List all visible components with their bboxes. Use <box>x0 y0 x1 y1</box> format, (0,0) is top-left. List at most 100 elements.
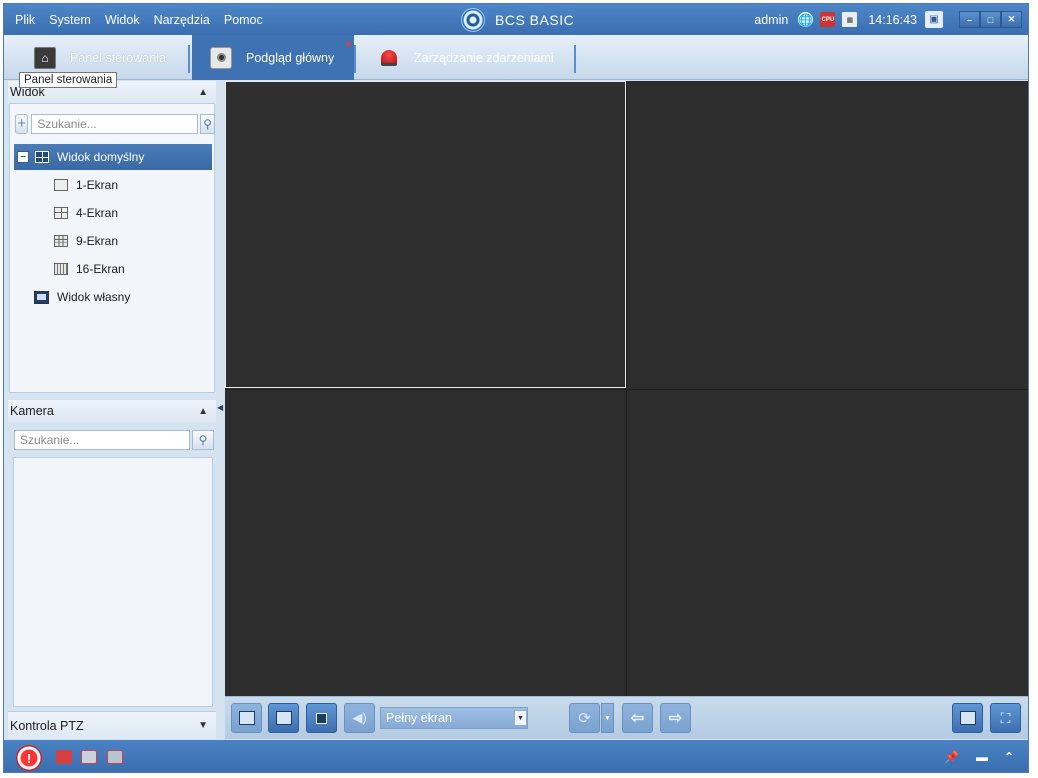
menu-bar: Plik System Widok Narzędzia Pomoc <box>8 4 270 35</box>
video-window-4[interactable] <box>627 390 1028 696</box>
window-division-button[interactable] <box>952 703 983 733</box>
app-title-text: BCS BASIC <box>495 12 575 28</box>
tree-item-custom-view[interactable]: Widok własny <box>34 284 130 310</box>
left-panel: Widok ▲ + ⚲ – Widok domyślny 1-Ekran 4-E… <box>8 81 216 739</box>
collapse-panel-icon[interactable]: ◀ <box>217 403 223 412</box>
auto-switch-dropdown[interactable]: ▼ <box>601 703 614 733</box>
menu-help[interactable]: Pomoc <box>217 13 270 27</box>
tab-label: Panel sterowania <box>70 50 166 65</box>
auto-switch-button[interactable]: ⟳ <box>569 703 600 733</box>
arrow-left-icon: ⇦ <box>630 710 645 727</box>
tab-separator <box>354 45 356 73</box>
grid-view-icon <box>35 151 49 163</box>
alarm-light-icon <box>378 47 400 69</box>
tree-item-label: Widok domyślny <box>57 150 145 164</box>
chevron-down-icon[interactable]: ▼ <box>198 720 208 731</box>
window-division-icon <box>959 711 976 725</box>
dropdown-arrow-icon[interactable]: ▼ <box>514 710 527 726</box>
tree-item-16-screen[interactable]: 16-Ekran <box>54 256 125 282</box>
search-icon[interactable]: ⚲ <box>200 113 215 134</box>
menu-tools[interactable]: Narzędzia <box>147 13 217 27</box>
title-bar: Plik System Widok Narzędzia Pomoc BCS BA… <box>4 4 1028 35</box>
tree-item-1-screen[interactable]: 1-Ekran <box>54 172 118 198</box>
network-globe-icon: 🌐 <box>798 12 814 27</box>
window-controls: – □ ✕ <box>959 11 1022 28</box>
tab-separator <box>574 45 576 73</box>
save-view-as-button[interactable] <box>268 703 299 733</box>
previous-button[interactable]: ⇦ <box>622 703 653 733</box>
restore-panel-icon[interactable]: ▬ <box>976 750 988 764</box>
device-alarm-icon[interactable] <box>81 750 97 764</box>
close-button[interactable]: ✕ <box>1001 11 1022 28</box>
save-view-button[interactable] <box>231 703 262 733</box>
search-icon[interactable]: ⚲ <box>192 429 214 450</box>
refresh-icon: ⟳ <box>578 710 591 727</box>
app-title: BCS BASIC <box>461 7 574 33</box>
record-alarm-icon[interactable] <box>56 750 72 764</box>
home-icon: ⌂ <box>34 46 56 69</box>
panel-splitter[interactable]: ◀ <box>216 81 225 739</box>
tree-item-default-view[interactable]: – Widok domyślny <box>14 144 212 170</box>
tab-main-view[interactable]: Podgląd główny × <box>192 35 354 80</box>
module-tabs: ⌂ Panel sterowania Podgląd główny × Zarz… <box>4 35 1028 80</box>
chevron-up-icon[interactable]: ▲ <box>198 406 208 417</box>
tree-item-4-screen[interactable]: 4-Ekran <box>54 200 118 226</box>
video-toolbar: ◀) Pełny ekran ▼ ⟳ ▼ ⇦ ⇨ ⛶ <box>225 696 1028 739</box>
tree-item-label: 16-Ekran <box>76 262 125 276</box>
video-window-1[interactable] <box>225 81 626 388</box>
menu-view[interactable]: Widok <box>98 13 147 27</box>
tree-item-9-screen[interactable]: 9-Ekran <box>54 228 118 254</box>
tab-label: Zarządzanie zdarzeniami <box>414 50 554 65</box>
tree-item-label: 1-Ekran <box>76 178 119 192</box>
maximize-button[interactable]: □ <box>980 11 1001 28</box>
memory-usage-icon: ▦ <box>842 12 858 27</box>
save-view-icon <box>238 711 255 725</box>
audio-alarm-icon[interactable] <box>107 750 123 764</box>
lock-button[interactable]: ▣ <box>925 11 943 28</box>
layout-edit-icon <box>275 711 292 725</box>
collapse-icon[interactable]: – <box>17 151 29 163</box>
tree-item-label: Widok własny <box>57 290 131 304</box>
layout-4-icon <box>54 207 68 219</box>
add-view-button[interactable]: + <box>15 113 29 134</box>
layout-16-icon <box>54 263 68 275</box>
status-area: admin 🌐 CPU ▦ 14:16:43 ▣ – □ ✕ <box>754 4 1022 35</box>
tab-event-management[interactable]: Zarządzanie zdarzeniami <box>378 35 576 80</box>
video-window-3[interactable] <box>225 390 626 696</box>
ptz-section-header[interactable]: Kontrola PTZ ▼ <box>8 711 216 739</box>
pin-icon[interactable]: 📌 <box>944 750 959 764</box>
expand-up-icon[interactable]: ⌃ <box>1004 750 1014 764</box>
app-logo-icon <box>461 8 485 32</box>
grid-divider <box>225 389 1028 390</box>
camera-section-body: ⚲ <box>9 422 215 708</box>
status-bar: ! 📌 ▬ ⌃ <box>4 740 1028 772</box>
custom-view-icon <box>34 290 49 304</box>
audio-button[interactable]: ◀) <box>344 703 375 733</box>
clock: 14:16:43 <box>868 12 917 27</box>
tree-item-label: 9-Ekran <box>76 234 119 248</box>
menu-system[interactable]: System <box>42 13 98 27</box>
alarm-warning-icon[interactable]: ! <box>16 745 42 771</box>
next-button[interactable]: ⇨ <box>660 703 691 733</box>
chevron-up-icon[interactable]: ▲ <box>198 87 208 98</box>
view-section-body: + ⚲ – Widok domyślny 1-Ekran 4-Ekran 9-E… <box>9 103 215 393</box>
camera-section-title: Kamera <box>10 404 54 418</box>
tab-close-icon[interactable]: × <box>346 39 352 51</box>
fullscreen-button[interactable]: ⛶ <box>990 703 1021 733</box>
minimize-button[interactable]: – <box>959 11 980 28</box>
video-grid <box>225 81 1028 696</box>
speaker-icon: ◀) <box>352 710 367 725</box>
view-search-row: + ⚲ <box>15 113 215 134</box>
view-search-input[interactable] <box>31 113 199 134</box>
screen-mode-value: Pełny ekran <box>386 711 453 725</box>
video-window-2[interactable] <box>627 81 1028 388</box>
camera-search-row: ⚲ <box>14 429 214 450</box>
camera-search-input[interactable] <box>14 429 190 450</box>
menu-file[interactable]: Plik <box>8 13 42 27</box>
stop-all-button[interactable] <box>306 703 337 733</box>
camera-icon <box>210 46 232 69</box>
screen-mode-select[interactable]: Pełny ekran ▼ <box>380 707 528 729</box>
ptz-section-title: Kontrola PTZ <box>10 718 84 733</box>
tooltip: Panel sterowania <box>19 72 118 88</box>
camera-section-header[interactable]: Kamera ▲ <box>8 400 216 422</box>
